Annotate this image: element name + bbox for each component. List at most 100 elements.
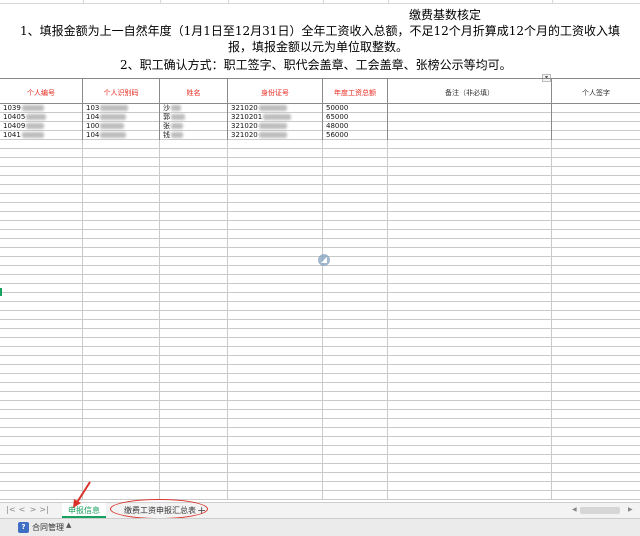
table-cell[interactable] [160,311,228,320]
table-cell[interactable] [552,194,640,203]
table-cell[interactable] [0,455,83,464]
table-cell[interactable] [552,374,640,383]
table-cell[interactable] [160,347,228,356]
table-cell[interactable] [388,122,552,131]
table-cell[interactable] [83,392,160,401]
table-cell[interactable] [83,356,160,365]
table-cell[interactable] [228,401,323,410]
table-cell[interactable] [160,374,228,383]
table-cell[interactable] [323,338,388,347]
table-cell[interactable] [552,284,640,293]
table-cell[interactable] [160,194,228,203]
table-cell[interactable] [228,428,323,437]
header-name[interactable]: 姓名 [160,79,228,103]
table-cell[interactable] [83,329,160,338]
table-cell[interactable] [0,320,83,329]
table-cell[interactable] [552,356,640,365]
table-cell[interactable] [388,149,552,158]
table-cell[interactable] [552,365,640,374]
table-cell[interactable] [83,266,160,275]
header-person-id[interactable]: 个人编号 [0,79,83,103]
table-cell[interactable] [228,275,323,284]
table-cell[interactable] [388,221,552,230]
table-cell[interactable] [160,401,228,410]
table-cell[interactable] [83,194,160,203]
table-cell[interactable]: 张 [160,122,228,131]
table-cell[interactable] [323,383,388,392]
table-cell[interactable] [160,464,228,473]
table-cell[interactable] [323,446,388,455]
table-cell[interactable]: 100 [83,122,160,131]
table-cell[interactable] [83,212,160,221]
table-cell[interactable] [83,446,160,455]
table-cell[interactable] [0,185,83,194]
scroll-right-icon[interactable]: ▶ [628,506,633,513]
table-cell[interactable]: 103 [83,104,160,113]
table-cell[interactable] [388,329,552,338]
table-cell[interactable] [323,302,388,311]
table-cell[interactable] [83,347,160,356]
table-cell[interactable] [323,437,388,446]
table-cell[interactable] [0,401,83,410]
table-cell[interactable] [323,176,388,185]
table-cell[interactable] [323,356,388,365]
table-cell[interactable] [83,302,160,311]
table-cell[interactable] [83,320,160,329]
table-cell[interactable] [83,185,160,194]
table-cell[interactable] [0,437,83,446]
table-cell[interactable] [83,284,160,293]
table-cell[interactable] [0,149,83,158]
table-cell[interactable] [0,194,83,203]
table-cell[interactable] [552,419,640,428]
table-cell[interactable] [228,194,323,203]
table-cell[interactable]: 48000 [323,122,388,131]
table-cell[interactable] [160,221,228,230]
table-cell[interactable] [552,392,640,401]
help-icon[interactable]: ? [18,522,29,533]
table-cell[interactable] [160,203,228,212]
table-cell[interactable] [0,230,83,239]
table-cell[interactable] [228,230,323,239]
table-cell[interactable]: 10409 [0,122,83,131]
table-cell[interactable] [83,455,160,464]
table-cell[interactable] [323,158,388,167]
table-cell[interactable] [83,257,160,266]
table-cell[interactable] [0,374,83,383]
table-cell[interactable] [228,212,323,221]
table-cell[interactable] [552,464,640,473]
table-cell[interactable] [0,338,83,347]
table-cell[interactable] [552,482,640,491]
table-cell[interactable] [388,338,552,347]
table-cell[interactable] [228,338,323,347]
table-cell[interactable] [323,167,388,176]
table-cell[interactable] [552,212,640,221]
table-cell[interactable] [228,221,323,230]
table-cell[interactable] [388,140,552,149]
table-cell[interactable] [552,149,640,158]
table-cell[interactable] [160,338,228,347]
table-cell[interactable] [323,185,388,194]
table-cell[interactable] [0,410,83,419]
table-cell[interactable] [388,167,552,176]
table-cell[interactable] [228,347,323,356]
table-cell[interactable] [0,257,83,266]
table-cell[interactable] [388,446,552,455]
table-cell[interactable] [388,248,552,257]
table-cell[interactable] [160,455,228,464]
table-cell[interactable] [552,302,640,311]
table-cell[interactable] [160,248,228,257]
table-cell[interactable]: 50000 [323,104,388,113]
table-cell[interactable]: 321020 [228,131,323,140]
table-cell[interactable] [0,365,83,374]
table-cell[interactable] [552,491,640,500]
table-cell[interactable] [0,302,83,311]
table-cell[interactable] [0,329,83,338]
table-cell[interactable] [388,320,552,329]
prev-sheet-icon[interactable]: < [17,505,27,514]
table-cell[interactable] [83,293,160,302]
table-cell[interactable] [552,230,640,239]
table-cell[interactable] [388,401,552,410]
table-cell[interactable] [552,104,640,113]
table-cell[interactable] [83,311,160,320]
table-cell[interactable] [388,185,552,194]
